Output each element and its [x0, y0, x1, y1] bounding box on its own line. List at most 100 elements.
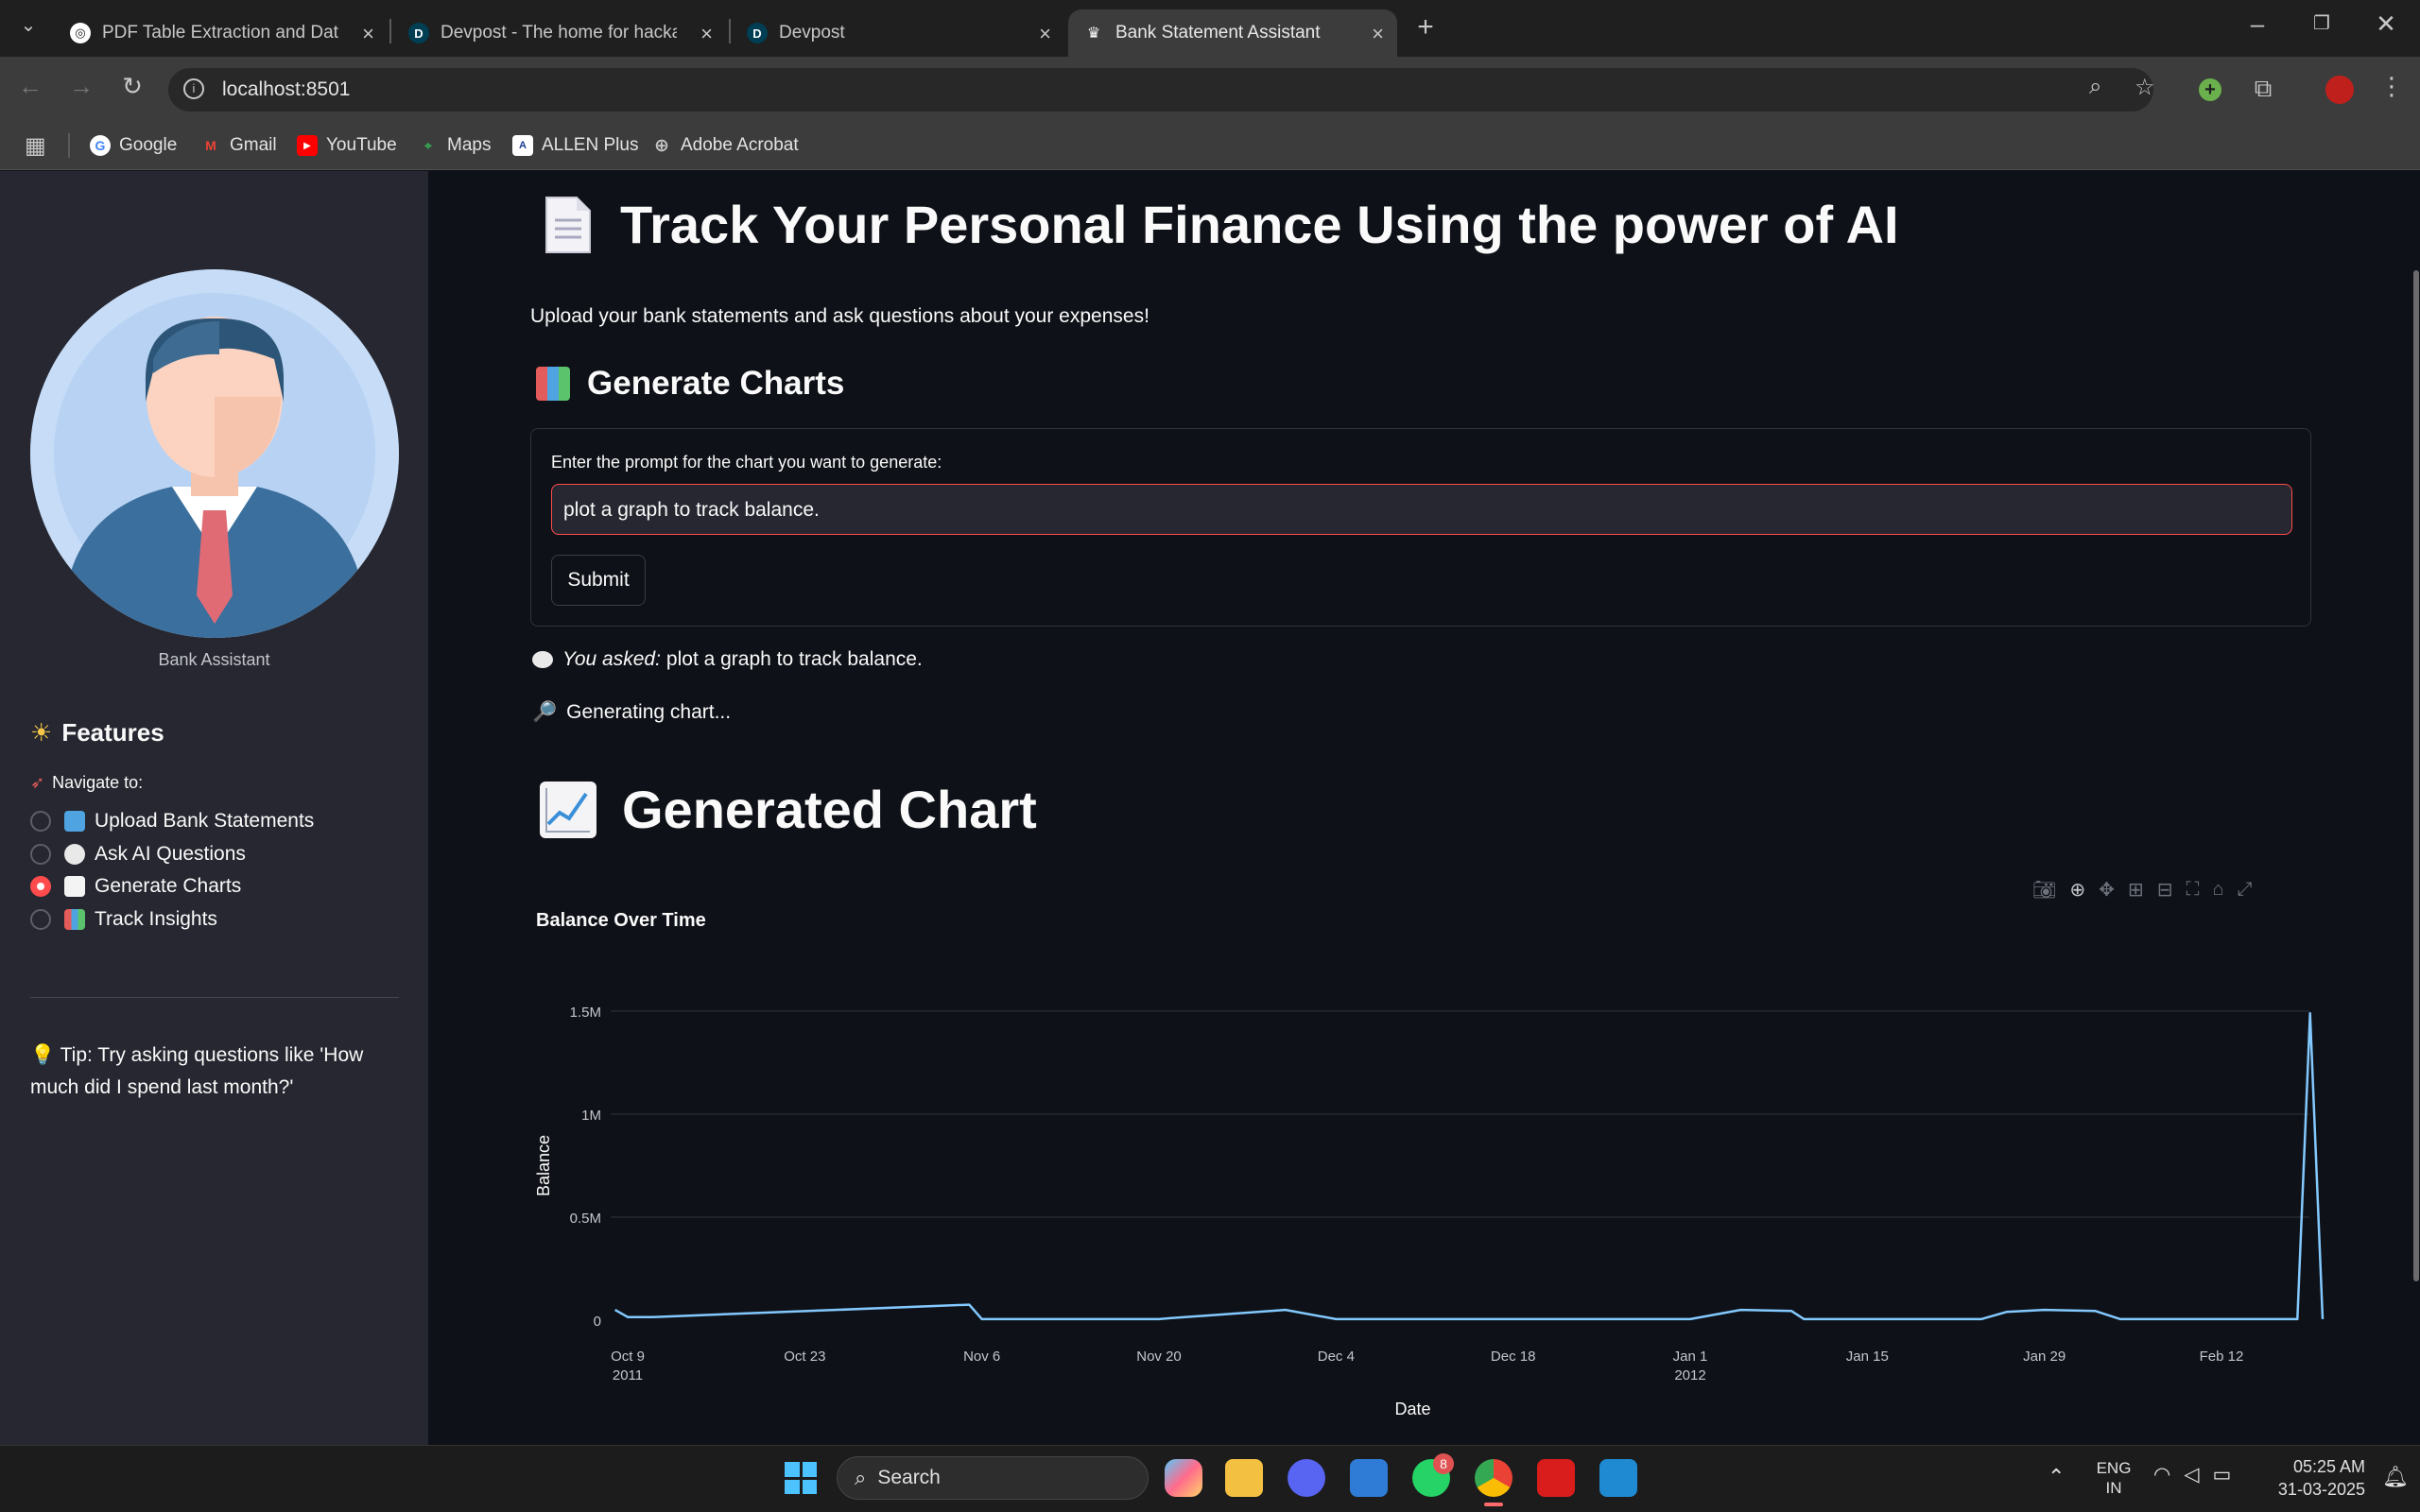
google-icon: G: [90, 135, 111, 156]
site-info-icon[interactable]: i: [183, 78, 204, 99]
tip-text: Tip: Try asking questions like 'How much…: [30, 1044, 364, 1098]
bar-chart-icon: [536, 367, 570, 401]
youtube-icon: ▶: [297, 135, 318, 156]
bookmark-gmail[interactable]: M Gmail: [200, 129, 276, 163]
language-indicator[interactable]: ENG IN: [2095, 1458, 2133, 1498]
rocket-icon: ➶: [30, 773, 45, 792]
x-tick-sublabel: 2011: [613, 1367, 643, 1383]
reload-icon[interactable]: ↻: [113, 72, 151, 101]
tray-chevron-icon[interactable]: ⌃: [2048, 1465, 2065, 1489]
radio-button[interactable]: [30, 909, 51, 930]
fullscreen-icon[interactable]: ⤢: [2238, 879, 2253, 901]
tab-devpost[interactable]: D Devpost ×: [732, 9, 1064, 57]
apps-grid-icon[interactable]: ▦: [25, 129, 46, 163]
submit-button[interactable]: Submit: [551, 555, 646, 606]
vscode-icon[interactable]: [1599, 1459, 1637, 1497]
close-icon[interactable]: ×: [362, 22, 374, 46]
back-icon[interactable]: ←: [11, 72, 49, 101]
features-heading: ☀ Features: [30, 718, 164, 747]
zoom-icon[interactable]: ⊕: [2069, 878, 2085, 902]
balance-series-line: [614, 1011, 2325, 1321]
pan-icon[interactable]: ✥: [2099, 878, 2115, 902]
radio-button[interactable]: [30, 844, 51, 865]
devpost-icon: D: [408, 23, 429, 43]
nav-radio-ask-ai-questions[interactable]: Ask AI Questions: [30, 839, 246, 869]
chrome-active-indicator: [1484, 1503, 1503, 1506]
new-tab-icon[interactable]: +: [1407, 11, 1444, 43]
bookmark-adobe-acrobat[interactable]: ⊕ Adobe Acrobat: [651, 129, 799, 163]
zoom-lens-icon[interactable]: ⌕: [2089, 74, 2101, 100]
battery-icon: ▭: [2212, 1464, 2232, 1486]
reset-axes-icon[interactable]: ⌂: [2212, 879, 2223, 901]
bookmark-youtube[interactable]: ▶ YouTube: [297, 129, 397, 163]
you-asked-prefix: You asked:: [562, 648, 661, 670]
clock[interactable]: 05:25 AM 31-03-2025: [2261, 1455, 2365, 1501]
close-icon[interactable]: ×: [700, 22, 713, 46]
taskbar-search-box[interactable]: ⌕ Search: [837, 1456, 1149, 1500]
x-tick-label: Jan 1: [1673, 1349, 1708, 1365]
chart-title: Balance Over Time: [536, 910, 706, 931]
bookmark-label: YouTube: [326, 135, 397, 155]
radio-button-selected[interactable]: [30, 876, 51, 897]
tab-title: Bank Statement Assistant: [1115, 23, 1321, 43]
tab-bank-statement-assistant[interactable]: ♛ Bank Statement Assistant ×: [1068, 9, 1397, 57]
clock-time: 05:25 AM: [2292, 1457, 2365, 1476]
tab-title: Devpost: [779, 23, 845, 43]
chrome-icon[interactable]: [1475, 1459, 1512, 1497]
file-explorer-icon[interactable]: [1225, 1459, 1263, 1497]
page-subtitle: Upload your bank statements and ask ques…: [530, 305, 1150, 327]
discord-icon[interactable]: [1288, 1459, 1325, 1497]
bar-chart-icon: [64, 909, 85, 930]
bookmark-allen-plus[interactable]: A ALLEN Plus: [512, 129, 638, 163]
inbox-tray-icon: [64, 811, 85, 832]
x-tick-label: Dec 4: [1318, 1349, 1355, 1365]
window-close-icon[interactable]: ✕: [2367, 9, 2405, 39]
nav-item-label: Track Insights: [95, 908, 217, 930]
autoscale-icon[interactable]: ⛶: [2186, 879, 2199, 901]
minimize-icon[interactable]: –: [2238, 9, 2276, 39]
close-icon[interactable]: ×: [1372, 22, 1384, 46]
tab-search-chevron-icon[interactable]: ⌄: [9, 13, 47, 37]
browser-menu-icon[interactable]: ⋮: [2373, 72, 2411, 101]
tab-devpost-home[interactable]: D Devpost - The home for hackath ×: [393, 9, 726, 57]
tray-status-icons[interactable]: ◠ ◁ ▭: [2153, 1463, 2231, 1486]
notification-bell-icon[interactable]: 🔔︎: [2382, 1465, 2409, 1489]
volume-icon: ◁: [2184, 1464, 2200, 1486]
x-tick-label: Dec 18: [1491, 1349, 1536, 1365]
forward-icon[interactable]: →: [62, 72, 100, 101]
tab-pdf-extraction[interactable]: ◎ PDF Table Extraction and Date S ×: [55, 9, 388, 57]
zoom-in-icon[interactable]: ⊞: [2128, 878, 2144, 902]
windows-start-icon[interactable]: [785, 1462, 817, 1494]
extensions-puzzle-icon[interactable]: ⧉: [2244, 74, 2282, 104]
prompt-label: Enter the prompt for the chart you want …: [551, 453, 942, 472]
y-tick-label: 1M: [581, 1108, 601, 1124]
nav-radio-generate-charts[interactable]: Generate Charts: [30, 871, 241, 902]
balance-line-chart[interactable]: 0 0.5M 1M 1.5M Oct 9 2011 Oct 23 Nov 6 Nov 20 Dec…: [428, 983, 2420, 1445]
nav-radio-track-insights[interactable]: Track Insights: [30, 904, 217, 935]
profile-avatar[interactable]: [2325, 76, 2354, 104]
bookmark-maps[interactable]: ⌖ Maps: [418, 129, 491, 163]
status-line: 🔎 Generating chart...: [532, 701, 731, 724]
x-tick-label: Nov 6: [963, 1349, 1000, 1365]
x-tick-label: Oct 9: [611, 1349, 645, 1365]
avatar-illustration: [30, 269, 399, 638]
copilot-icon[interactable]: [1165, 1459, 1202, 1497]
chart-prompt-input[interactable]: plot a graph to track balance.: [551, 484, 2292, 535]
extension-green-icon[interactable]: +: [2199, 78, 2221, 101]
radio-button[interactable]: [30, 811, 51, 832]
tip-text-block: 💡 Tip: Try asking questions like 'How mu…: [30, 1040, 399, 1104]
page-document-icon: [545, 196, 591, 253]
zoom-out-icon[interactable]: ⊟: [2157, 878, 2173, 902]
restore-icon[interactable]: ❐: [2303, 11, 2341, 35]
azure-data-studio-icon[interactable]: [1350, 1459, 1388, 1497]
bookmark-star-icon[interactable]: ☆: [2135, 74, 2155, 101]
x-tick-label: Jan 15: [1846, 1349, 1889, 1365]
address-bar[interactable]: i localhost:8501 ⌕ ☆: [168, 68, 2155, 112]
clock-date: 31-03-2025: [2277, 1480, 2365, 1499]
close-icon[interactable]: ×: [1039, 22, 1051, 46]
bookmark-google[interactable]: G Google: [90, 129, 177, 163]
lightbulb-icon: 💡: [30, 1044, 56, 1066]
nav-radio-upload-bank-statements[interactable]: Upload Bank Statements: [30, 806, 314, 836]
camera-icon[interactable]: 📷︎: [2032, 878, 2056, 902]
acrobat-icon[interactable]: [1537, 1459, 1575, 1497]
